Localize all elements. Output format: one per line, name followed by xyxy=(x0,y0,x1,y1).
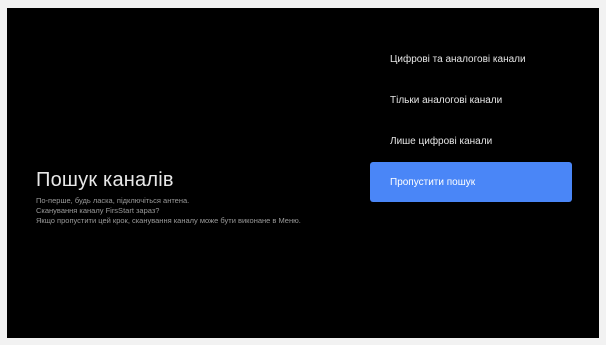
menu-item-label: Лише цифрові канали xyxy=(390,135,493,147)
tv-screen: Пошук каналів По-перше, будь ласка, підк… xyxy=(7,8,599,338)
menu-item-label: Тільки аналогові канали xyxy=(390,94,503,106)
description-line-3: Якщо пропустити цей крок, сканування кан… xyxy=(36,216,301,225)
menu-item-label: Цифрові та аналогові канали xyxy=(390,53,526,65)
menu-item-analog-only[interactable]: Тільки аналогові канали xyxy=(370,80,572,120)
menu-item-digital-and-analog[interactable]: Цифрові та аналогові канали xyxy=(370,39,572,79)
description-line-1: По-перше, будь ласка, підключіться антен… xyxy=(36,196,190,205)
channel-search-menu: Цифрові та аналогові канали Тільки анало… xyxy=(370,39,572,203)
description-line-2: Сканування каналу FirsStart зараз? xyxy=(36,206,160,215)
menu-item-skip-search[interactable]: Пропустити пошук xyxy=(370,162,572,202)
info-panel: Пошук каналів По-перше, будь ласка, підк… xyxy=(36,168,376,226)
menu-item-label: Пропустити пошук xyxy=(390,176,476,188)
page-title: Пошук каналів xyxy=(36,169,174,191)
menu-item-digital-only[interactable]: Лише цифрові канали xyxy=(370,121,572,161)
